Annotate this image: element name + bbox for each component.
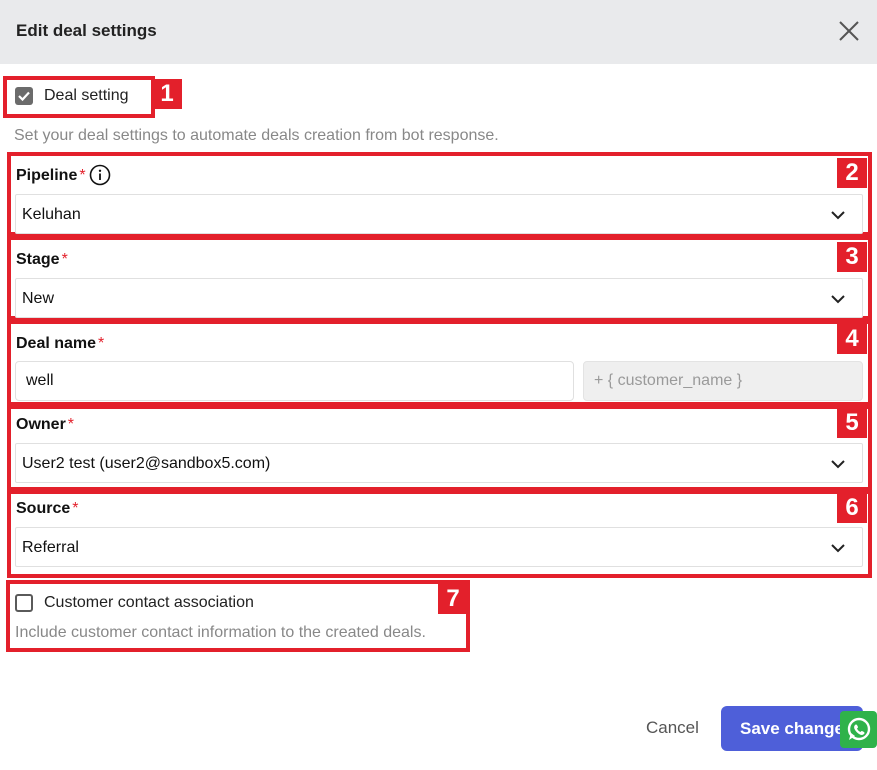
- chevron-down-icon: [831, 544, 845, 553]
- stage-label: Stage *: [16, 251, 68, 268]
- chevron-down-icon: [831, 460, 845, 469]
- annotation-badge-1: 1: [152, 79, 182, 109]
- pipeline-label: Pipeline *: [16, 167, 86, 184]
- source-value: Referral: [22, 539, 79, 556]
- deal-setting-description: Set your deal settings to automate deals…: [14, 127, 499, 144]
- close-icon: [839, 21, 859, 41]
- required-mark: *: [98, 335, 105, 352]
- deal-name-suffix-field: + { customer_name }: [583, 361, 863, 401]
- customer-contact-label: Customer contact association: [44, 594, 254, 611]
- source-select[interactable]: Referral: [15, 527, 863, 567]
- customer-contact-checkbox[interactable]: [15, 594, 33, 612]
- owner-value: User2 test (user2@sandbox5.com): [22, 455, 271, 472]
- whatsapp-icon: [847, 717, 871, 741]
- customer-contact-description: Include customer contact information to …: [15, 624, 426, 641]
- annotation-badge-6: 6: [837, 493, 867, 523]
- annotation-badge-4: 4: [837, 324, 867, 354]
- pipeline-value: Keluhan: [22, 206, 81, 223]
- deal-name-label: Deal name *: [16, 335, 105, 352]
- modal-title: Edit deal settings: [16, 21, 157, 40]
- annotation-badge-2: 2: [837, 158, 867, 188]
- annotation-badge-7: 7: [438, 584, 468, 614]
- checkmark-icon: [18, 91, 30, 102]
- whatsapp-button[interactable]: [840, 711, 877, 748]
- close-button[interactable]: [836, 18, 862, 44]
- deal-name-input[interactable]: well: [15, 361, 574, 401]
- source-label: Source *: [16, 500, 79, 517]
- stage-select[interactable]: New: [15, 278, 863, 318]
- owner-label: Owner *: [16, 416, 75, 433]
- cancel-button[interactable]: Cancel: [646, 718, 699, 738]
- chevron-down-icon: [831, 211, 845, 220]
- required-mark: *: [79, 167, 86, 184]
- deal-setting-checkbox[interactable]: [15, 87, 33, 105]
- required-mark: *: [67, 416, 75, 433]
- required-mark: *: [61, 251, 68, 268]
- stage-value: New: [22, 290, 55, 307]
- owner-select[interactable]: User2 test (user2@sandbox5.com): [15, 443, 863, 483]
- pipeline-select[interactable]: Keluhan: [15, 194, 863, 234]
- annotation-badge-5: 5: [837, 408, 867, 438]
- required-mark: *: [72, 500, 79, 517]
- modal-header: Edit deal settings: [0, 0, 877, 64]
- annotation-badge-3: 3: [837, 242, 867, 272]
- chevron-down-icon: [831, 295, 845, 304]
- info-icon[interactable]: [89, 164, 111, 186]
- deal-setting-label: Deal setting: [44, 87, 129, 104]
